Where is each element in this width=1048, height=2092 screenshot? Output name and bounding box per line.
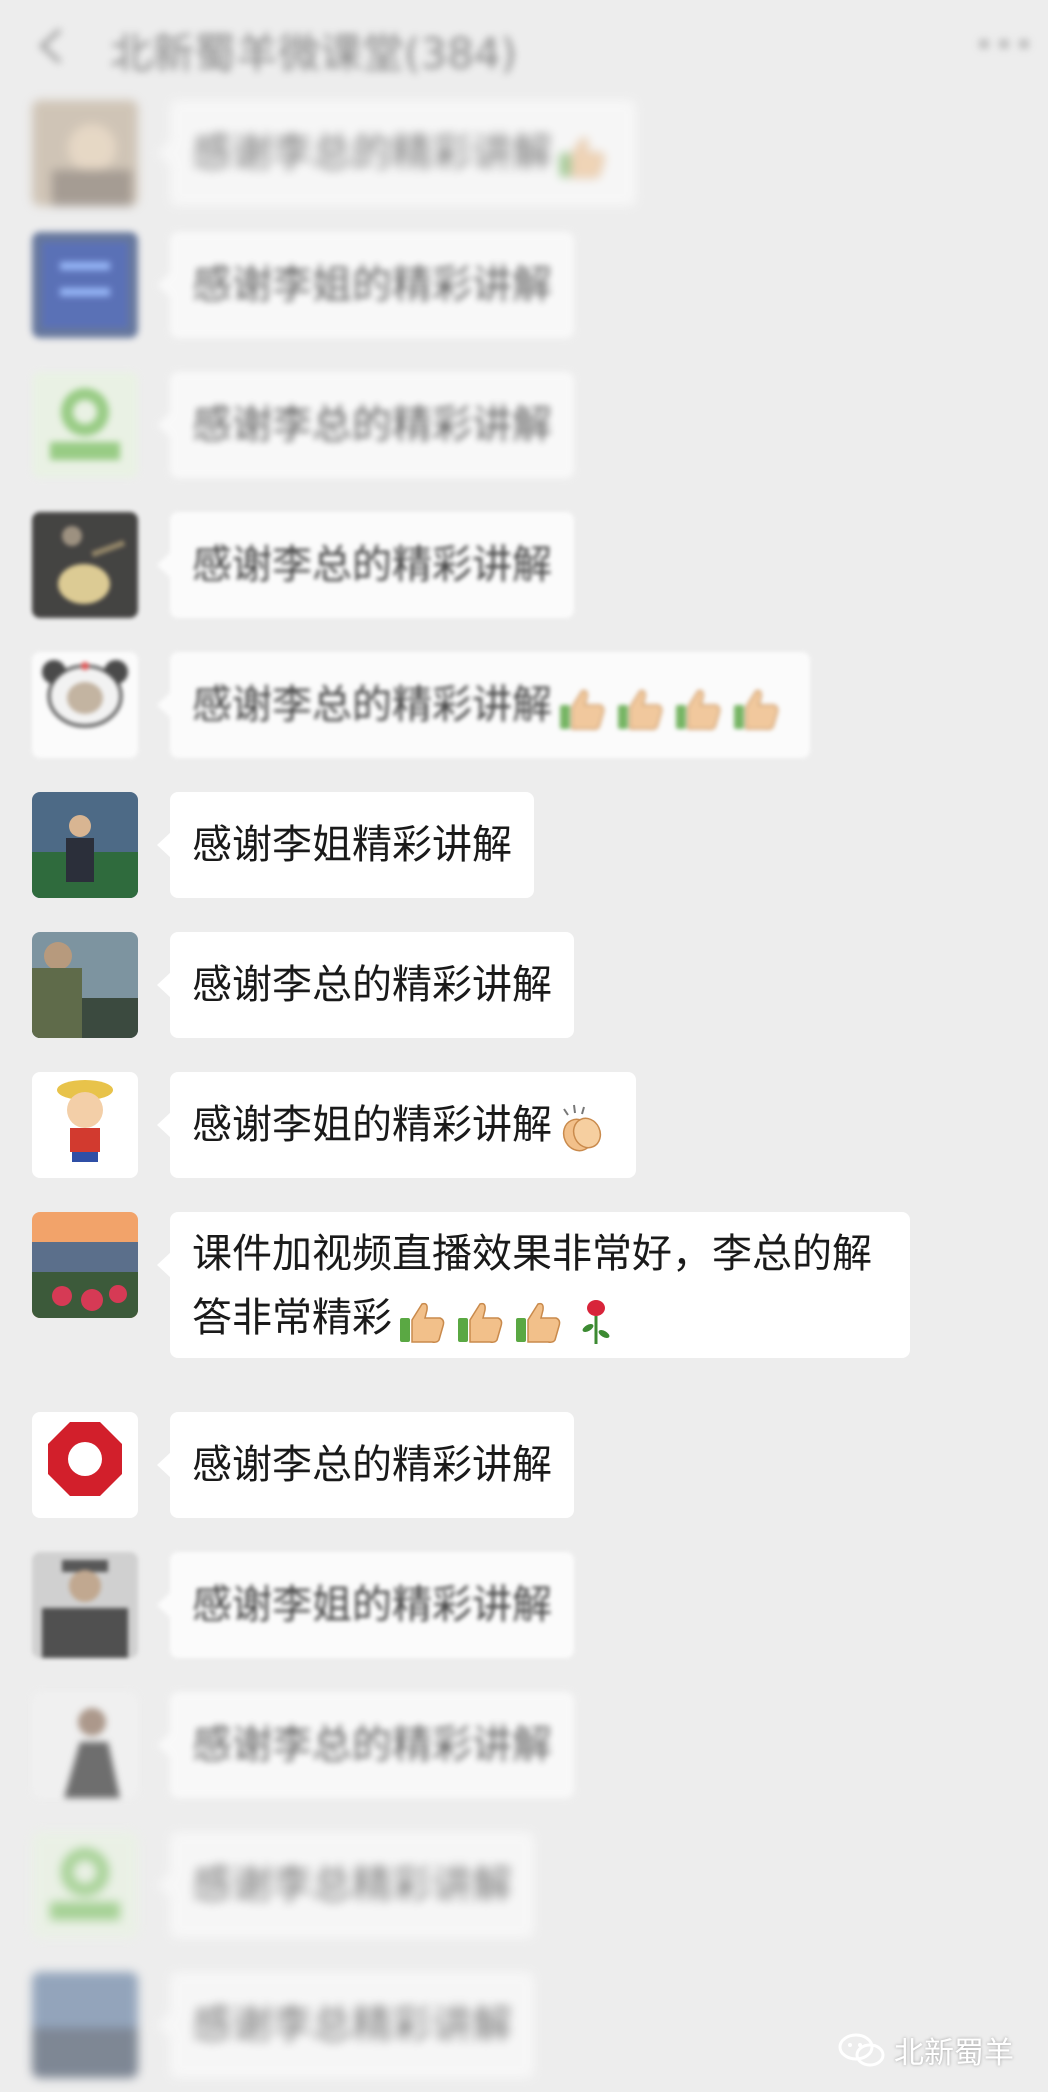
thumbs-up-icon [560,689,605,730]
message-text: 感谢李姐精彩讲解 [192,822,512,868]
avatar-image [32,1692,138,1798]
thumbs-up-icon [560,137,605,178]
avatar[interactable] [32,792,138,898]
watermark-text: 北新蜀羊 [894,2036,1014,2071]
thumbs-up-icon [618,689,663,730]
message-bubble[interactable]: 感谢李总的精彩讲解 [157,512,574,618]
message-bubble[interactable]: 感谢李姐精彩讲解 [157,792,534,898]
avatar-image [32,512,138,618]
avatar[interactable] [32,1412,138,1518]
message-text: 感谢李总的精彩讲解 [192,1722,552,1768]
thumbs-up-icon [400,1302,445,1343]
message-list[interactable]: 感谢李总的精彩讲解 感谢李姐的精彩讲解 感谢李总的精彩讲解 感谢李总的精彩讲解 … [0,0,1048,2092]
avatar[interactable] [32,1072,138,1178]
message-bubble[interactable]: 感谢李姐的精彩讲解 [157,232,574,338]
message-text: 感谢李总的精彩讲解 [192,682,552,728]
thumbs-up-icon [734,689,779,730]
message-text: 感谢李总精彩讲解 [192,1862,512,1908]
avatar-image [32,1552,138,1658]
avatar[interactable] [32,1552,138,1658]
avatar-image [32,932,138,1038]
message-bubble[interactable]: 感谢李总精彩讲解 [157,1972,534,2078]
message-text: 感谢李总的精彩讲解 [192,130,552,176]
avatar-image [32,232,138,338]
avatar[interactable] [32,932,138,1038]
avatar[interactable] [32,1692,138,1798]
watermark: 北新蜀羊 [838,2030,1014,2071]
avatar[interactable] [32,512,138,618]
wechat-icon [838,2033,885,2067]
thumbs-up-icon [458,1302,503,1343]
avatar-image [32,1972,138,2078]
avatar[interactable] [32,1212,138,1318]
message-bubble[interactable]: 感谢李姐的精彩讲解 [157,1072,636,1178]
rose-icon [582,1300,610,1344]
message-text: 感谢李总精彩讲解 [192,2002,512,2048]
message-bubble[interactable]: 感谢李总的精彩讲解 [157,100,636,206]
message-text: 感谢李姐的精彩讲解 [192,262,552,308]
message-text: 感谢李姐的精彩讲解 [192,1102,552,1148]
message-bubble[interactable]: 感谢李总的精彩讲解 [157,652,810,758]
avatar[interactable] [32,652,138,758]
message-bubble[interactable]: 感谢李总的精彩讲解 [157,1412,574,1518]
avatar[interactable] [32,1832,138,1938]
message-text: 感谢李总的精彩讲解 [192,542,552,588]
avatar-image [32,1412,138,1518]
clapping-hands-icon [562,1104,602,1152]
avatar[interactable] [32,100,138,206]
message-text: 感谢李总的精彩讲解 [192,402,552,448]
avatar[interactable] [32,232,138,338]
avatar-image [32,792,138,898]
message-bubble[interactable]: 感谢李姐的精彩讲解 [157,1552,574,1658]
avatar[interactable] [32,1972,138,2078]
message-text: 感谢李总的精彩讲解 [192,1442,552,1488]
thumbs-up-icon [516,1302,561,1343]
avatar-image [32,1212,138,1318]
avatar-image [32,372,138,478]
message-bubble[interactable]: 感谢李总的精彩讲解 [157,372,574,478]
message-bubble[interactable]: 课件加视频直播效果非常好，李总的解答非常精彩 [157,1212,910,1358]
message-bubble[interactable]: 感谢李总精彩讲解 [157,1832,534,1938]
avatar-image [32,652,138,758]
avatar-image [32,1072,138,1178]
message-bubble[interactable]: 感谢李总的精彩讲解 [157,932,574,1038]
message-text: 感谢李总的精彩讲解 [192,962,552,1008]
avatar[interactable] [32,372,138,478]
message-bubble[interactable]: 感谢李总的精彩讲解 [157,1692,574,1798]
message-text: 感谢李姐的精彩讲解 [192,1582,552,1628]
avatar-image [32,1832,138,1938]
thumbs-up-icon [676,689,721,730]
avatar-image [32,100,138,206]
